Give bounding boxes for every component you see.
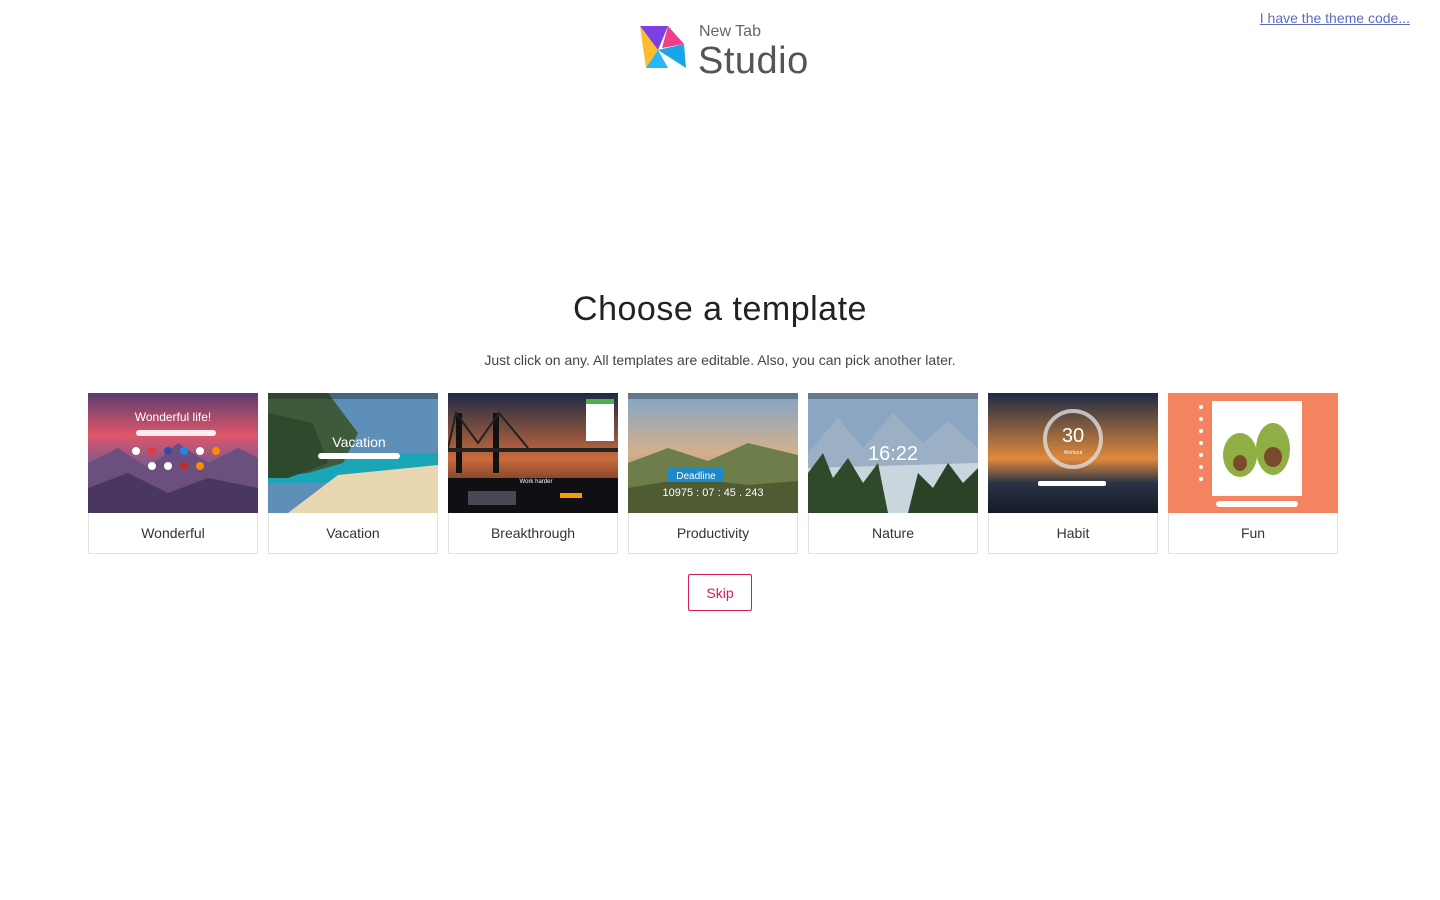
nature-overlay-text: 16:22 (868, 443, 918, 465)
page-title: Choose a template (573, 290, 867, 328)
template-thumbnail-fun (1168, 393, 1338, 513)
template-thumbnail-breakthrough: Work harder (448, 393, 618, 513)
skip-button[interactable]: Skip (688, 574, 752, 611)
template-label-habit: Habit (1056, 525, 1090, 541)
theme-code-link[interactable]: I have the theme code... (1260, 10, 1410, 26)
template-card-vacation[interactable]: Vacation Vacation (268, 393, 438, 554)
template-thumbnail-wonderful: Wonderful life! (88, 393, 258, 513)
breakthrough-overlay-text: Work harder (520, 479, 553, 485)
template-label-vacation: Vacation (326, 525, 380, 541)
wonderful-overlay-text: Wonderful life! (135, 410, 211, 424)
template-label-breakthrough: Breakthrough (490, 525, 576, 541)
page-subtitle: Just click on any. All templates are edi… (484, 352, 956, 368)
template-card-fun[interactable]: Fun (1168, 393, 1338, 554)
habit-sub-text: Workout (1064, 450, 1083, 456)
template-label-nature: Nature (871, 525, 915, 541)
template-list: Wonderful life! Wonderful Vacation Vacat… (88, 393, 1338, 554)
template-thumbnail-habit: 30 Workout (988, 393, 1158, 513)
template-card-nature[interactable]: 16:22 Nature (808, 393, 978, 554)
template-label-productivity: Productivity (676, 525, 750, 541)
app-logo: New Tab Studio (638, 22, 809, 80)
template-card-breakthrough[interactable]: Work harder Breakthrough (448, 393, 618, 554)
studio-logo-icon (640, 26, 686, 68)
template-thumbnail-nature: 16:22 (808, 393, 978, 513)
logo-title: Studio (698, 40, 809, 82)
productivity-overlay-text: Deadline (676, 471, 716, 482)
template-label-fun: Fun (1240, 525, 1266, 541)
habit-overlay-text: 30 (1062, 425, 1084, 447)
template-thumbnail-productivity: Deadline 10975 : 07 : 45 . 243 (628, 393, 798, 513)
template-card-habit[interactable]: 30 Workout Habit (988, 393, 1158, 554)
template-thumbnail-vacation: Vacation (268, 393, 438, 513)
template-card-wonderful[interactable]: Wonderful life! Wonderful (88, 393, 258, 554)
productivity-timer: 10975 : 07 : 45 . 243 (663, 487, 764, 499)
template-label-wonderful: Wonderful (141, 525, 205, 541)
template-card-productivity[interactable]: Deadline 10975 : 07 : 45 . 243 Productiv… (628, 393, 798, 554)
vacation-overlay-text: Vacation (332, 434, 385, 450)
logo-subtitle: New Tab (699, 23, 761, 40)
